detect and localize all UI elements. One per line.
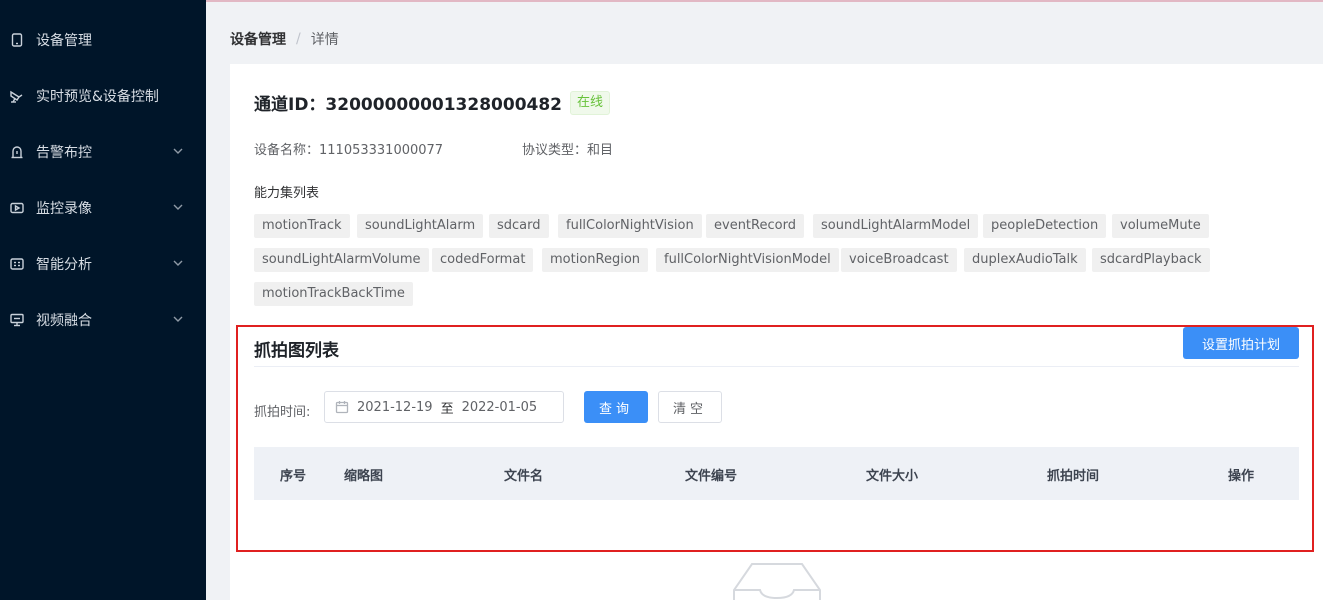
table-header: 序号 缩略图 文件名 文件编号 文件大小 抓拍时间 操作 — [254, 447, 1299, 500]
detail-card: 通道ID：32000000001328000482 在线 设备名称：111053… — [230, 64, 1323, 600]
column-header-thumbnail: 缩略图 — [344, 469, 384, 484]
sidebar-item-label: 实时预览&设备控制 — [36, 89, 159, 105]
capability-tag: duplexAudioTalk — [964, 248, 1086, 272]
empty-inbox-icon — [732, 560, 822, 600]
range-separator: 至 — [440, 401, 454, 417]
snapshot-title: 抓拍图列表 — [254, 341, 339, 361]
sidebar-item-label: 监控录像 — [36, 201, 92, 217]
device-name-info: 设备名称：111053331000077 — [254, 139, 443, 158]
query-button[interactable]: 查询 — [584, 391, 648, 423]
capability-tag: motionTrackBackTime — [254, 282, 413, 306]
date-range-picker[interactable]: 2021-12-19 至 2022-01-05 — [324, 391, 564, 423]
calendar-icon — [335, 400, 349, 414]
sidebar-item-label: 视频融合 — [36, 313, 92, 329]
capability-tag: voiceBroadcast — [841, 248, 957, 272]
capability-tag: volumeMute — [1112, 214, 1209, 238]
chevron-down-icon — [172, 257, 186, 271]
sidebar-item-alarm[interactable]: 告警布控 — [0, 124, 206, 180]
capability-tag: peopleDetection — [983, 214, 1107, 238]
capability-tag: eventRecord — [706, 214, 804, 238]
sidebar-item-device-management[interactable]: 设备管理 — [0, 12, 206, 68]
set-capture-plan-button[interactable]: 设置抓拍计划 — [1183, 327, 1299, 359]
camera-icon — [10, 89, 24, 103]
tablet-icon — [10, 33, 24, 47]
device-name-label: 设备名称： — [254, 143, 320, 158]
main-content: 设备管理 / 详情 通道ID：32000000001328000482 在线 设… — [206, 2, 1323, 600]
sidebar-item-video-fusion[interactable]: 视频融合 — [0, 292, 206, 348]
column-header-index: 序号 — [280, 469, 307, 484]
sidebar-item-label: 告警布控 — [36, 145, 92, 161]
clear-button[interactable]: 清空 — [658, 391, 722, 423]
channel-title: 通道ID：32000000001328000482 — [254, 95, 563, 115]
sidebar-item-recording[interactable]: 监控录像 — [0, 180, 206, 236]
device-name-value: 111053331000077 — [319, 143, 444, 158]
capability-tag: motionTrack — [254, 214, 350, 238]
breadcrumb-current: 详情 — [310, 32, 339, 48]
capability-tag: fullColorNightVision — [558, 214, 702, 238]
sidebar-item-label: 智能分析 — [36, 257, 92, 273]
end-date[interactable]: 2022-01-05 — [462, 400, 538, 415]
analysis-icon — [10, 257, 24, 271]
sidebar-item-analysis[interactable]: 智能分析 — [0, 236, 206, 292]
status-badge: 在线 — [570, 90, 611, 115]
sidebar-item-label: 设备管理 — [36, 33, 92, 49]
protocol-label: 协议类型： — [522, 143, 588, 158]
protocol-value: 和目 — [587, 143, 614, 158]
chevron-down-icon — [172, 145, 186, 159]
capability-tag: codedFormat — [432, 248, 534, 272]
column-header-file-size: 文件大小 — [866, 469, 919, 484]
screen-icon — [10, 313, 24, 327]
capability-tag: motionRegion — [542, 248, 649, 272]
capability-tag: soundLightAlarmModel — [813, 214, 979, 238]
capability-tag: sdcard — [489, 214, 549, 238]
breadcrumb: 设备管理 / 详情 — [230, 29, 339, 49]
capability-tag: fullColorNightVisionModel — [656, 248, 839, 272]
column-header-filename: 文件名 — [504, 469, 544, 484]
protocol-info: 协议类型：和目 — [522, 139, 613, 158]
start-date[interactable]: 2021-12-19 — [357, 400, 433, 415]
chevron-down-icon — [172, 313, 186, 327]
capability-tag: sdcardPlayback — [1092, 248, 1210, 272]
sidebar: 设备管理 实时预览&设备控制 告警布控 监控录像 智能分析 视频融合 — [0, 0, 206, 600]
column-header-capture-time: 抓拍时间 — [1047, 469, 1100, 484]
breadcrumb-parent[interactable]: 设备管理 — [230, 29, 286, 49]
capability-tag: soundLightAlarmVolume — [254, 248, 429, 272]
divider — [254, 366, 1299, 367]
video-icon — [10, 201, 24, 215]
capture-time-label: 抓拍时间: — [254, 405, 311, 420]
chevron-down-icon — [172, 201, 186, 215]
capability-tag: soundLightAlarm — [357, 214, 484, 238]
sidebar-item-live-preview[interactable]: 实时预览&设备控制 — [0, 68, 206, 124]
column-header-file-number: 文件编号 — [685, 469, 738, 484]
column-header-actions: 操作 — [1228, 469, 1255, 484]
channel-header: 通道ID：32000000001328000482 在线 — [254, 90, 611, 115]
capabilities-title: 能力集列表 — [254, 186, 320, 201]
alarm-icon — [10, 145, 24, 159]
breadcrumb-separator: / — [296, 31, 301, 47]
